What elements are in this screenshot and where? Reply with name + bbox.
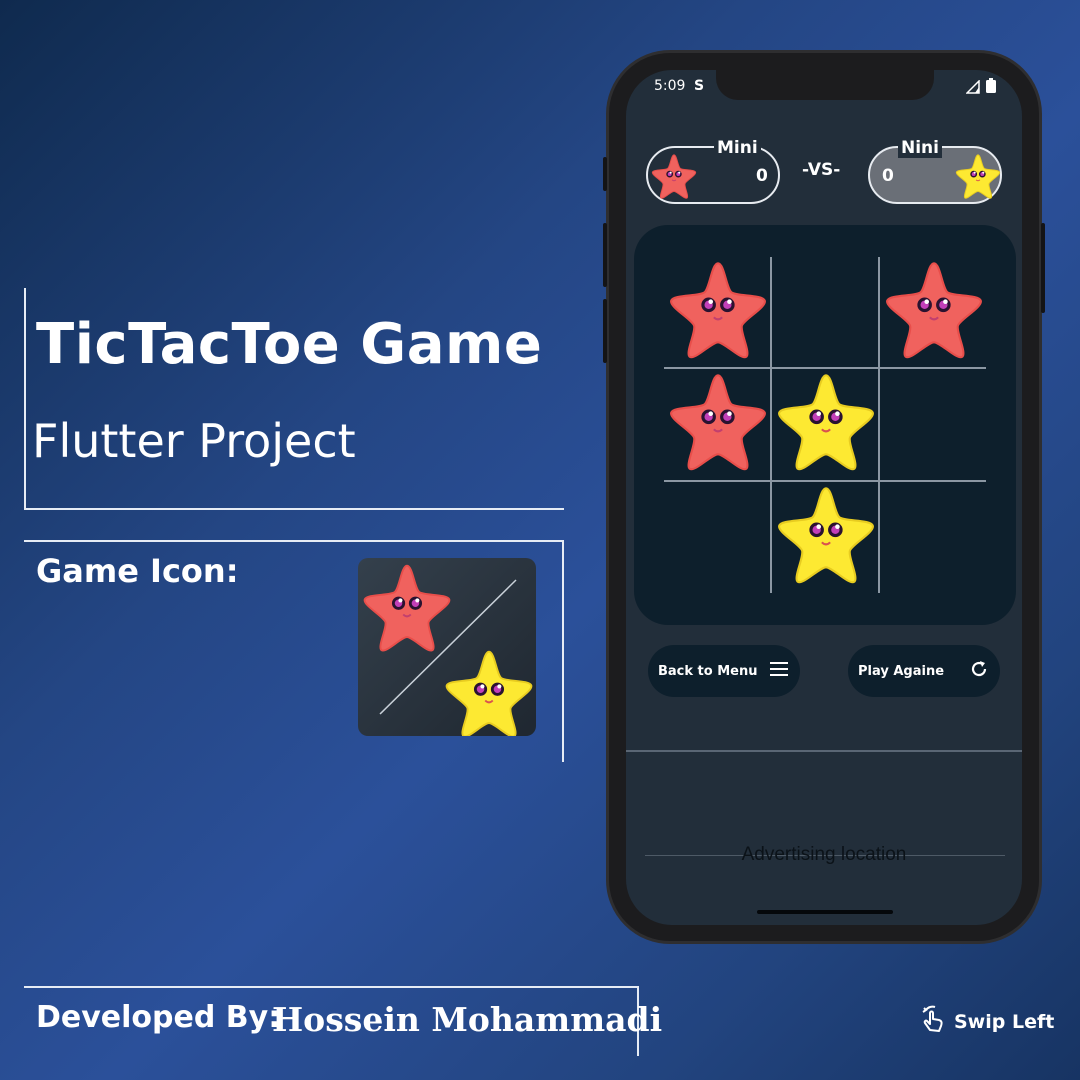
player1-name: Mini: [714, 138, 761, 158]
red-star-piece: [886, 262, 982, 359]
board-cell-1-0[interactable]: [664, 369, 772, 477]
player2-score-card: Nini 0: [868, 138, 1002, 204]
board-cell-0-1[interactable]: [772, 257, 880, 365]
board-cell-2-2[interactable]: [880, 482, 988, 590]
battery-icon: [986, 78, 996, 97]
icon-yellow-star: [445, 650, 533, 736]
swipe-hint: Swip Left: [918, 1004, 1054, 1039]
board-cell-1-2[interactable]: [880, 369, 988, 477]
play-again-label: Play Againe: [858, 663, 945, 679]
board-cell-1-1[interactable]: [772, 369, 880, 477]
status-time: 5:09: [654, 78, 686, 94]
player2-name: Nini: [898, 138, 942, 158]
player1-score-card: Mini 0: [646, 138, 780, 204]
yellow-star-piece: [778, 374, 874, 471]
phone-notch: [716, 66, 934, 100]
player2-star-icon: [955, 154, 1001, 199]
player2-score: 0: [882, 166, 894, 186]
back-to-menu-label: Back to Menu: [658, 663, 758, 679]
red-star-piece: [670, 262, 766, 359]
refresh-icon: [968, 658, 990, 684]
developer-name: Hossein Mohammadi: [272, 1000, 663, 1039]
red-star-piece: [670, 374, 766, 471]
board-cell-2-1[interactable]: [772, 482, 880, 590]
board-cell-0-0[interactable]: [664, 257, 772, 365]
signal-icon: [965, 79, 980, 98]
app-icon: [358, 558, 536, 736]
developer-label: Developed By:: [36, 1000, 281, 1035]
game-board: [634, 225, 1016, 625]
ad-divider: [626, 750, 1022, 752]
player1-score: 0: [756, 166, 768, 186]
ad-placeholder-text: Advertising location: [741, 844, 907, 865]
icon-red-star: [363, 564, 451, 652]
play-again-button[interactable]: Play Againe: [848, 645, 1000, 697]
vs-label: -VS-: [802, 160, 841, 180]
page-title: TicTacToe Game: [36, 312, 543, 377]
player1-star-icon: [651, 154, 697, 199]
back-to-menu-button[interactable]: Back to Menu: [648, 645, 800, 697]
hand-swipe-icon: [918, 1004, 948, 1039]
game-icon-label: Game Icon:: [36, 552, 239, 590]
yellow-star-piece: [778, 487, 874, 584]
swipe-hint-label: Swip Left: [954, 1010, 1055, 1033]
board-cell-2-0[interactable]: [664, 482, 772, 590]
menu-icon: [768, 660, 790, 682]
status-app-icon: S: [694, 78, 705, 94]
home-indicator[interactable]: [757, 910, 893, 914]
board-cell-0-2[interactable]: [880, 257, 988, 365]
page-subtitle: Flutter Project: [32, 414, 356, 468]
